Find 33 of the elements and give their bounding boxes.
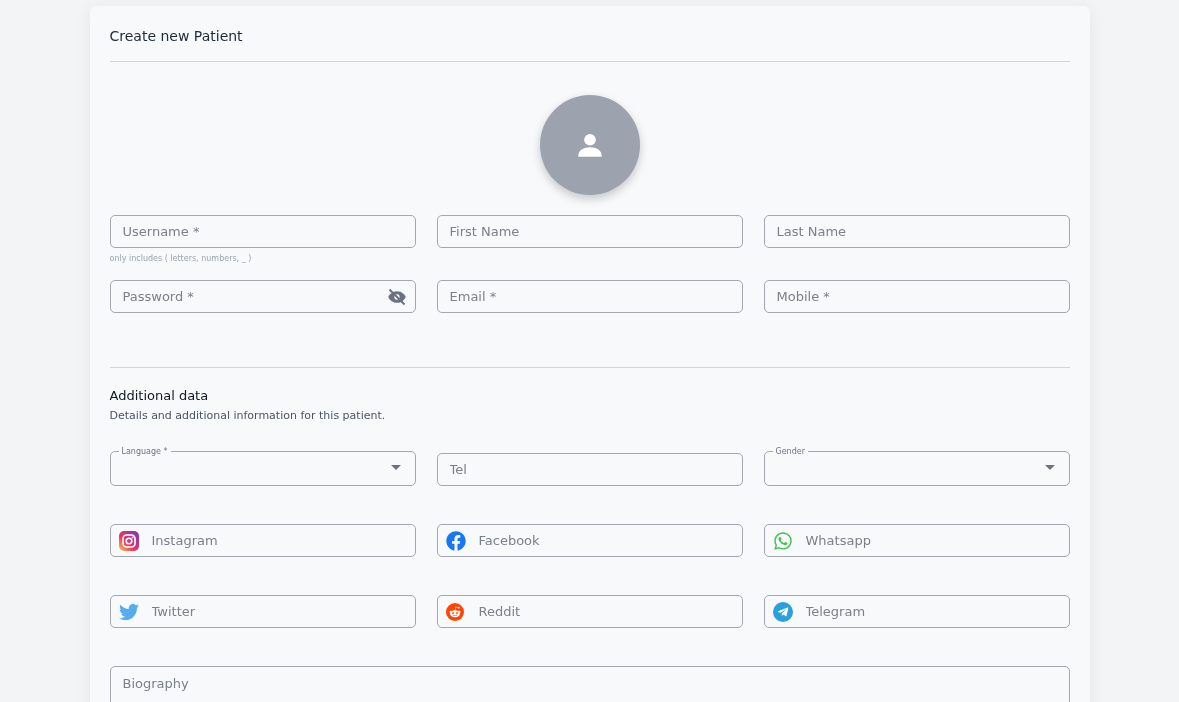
social-field[interactable]: Reddit	[436, 595, 743, 628]
chat-phone-icon	[772, 530, 793, 551]
page-title: Create new Patient	[109, 6, 1070, 62]
social-field[interactable]: Instagram	[109, 524, 416, 557]
letter-f-icon	[445, 530, 466, 551]
alien-icon	[445, 602, 464, 621]
section-title: Additional data	[109, 388, 210, 403]
social-field[interactable]: Twitter	[109, 595, 416, 628]
section-description: Details and additional information for this patient.	[109, 409, 387, 422]
text-field[interactable]: Mobile *	[763, 280, 1070, 313]
select-field[interactable]: Language *	[109, 447, 416, 486]
biography-field[interactable]: Biography	[109, 666, 1070, 702]
helper-text: only includes ( letters, numbers, _ )	[109, 254, 253, 264]
text-field[interactable]: Username *	[109, 215, 416, 248]
social-field[interactable]: Telegram	[763, 595, 1070, 628]
camera-icon	[118, 530, 139, 551]
paper-plane-icon	[772, 601, 793, 622]
eye-slash-icon[interactable]	[386, 286, 407, 307]
password-field[interactable]: Password *	[109, 280, 416, 313]
text-field[interactable]: Last Name	[763, 215, 1070, 248]
social-field[interactable]: Whatsapp	[763, 524, 1070, 557]
person-icon	[575, 131, 604, 159]
avatar-upload[interactable]	[539, 95, 640, 195]
caret-icon	[390, 465, 401, 470]
text-field[interactable]: Tel	[436, 453, 743, 486]
field-label: Language *	[120, 447, 169, 456]
select-field[interactable]: Gender	[763, 447, 1070, 486]
text-field[interactable]: First Name	[436, 215, 743, 248]
social-field[interactable]: Facebook	[436, 524, 743, 557]
text-field[interactable]: Email *	[436, 280, 743, 313]
bird-icon	[118, 601, 139, 622]
caret-icon	[1044, 465, 1055, 470]
field-label: Gender	[774, 447, 806, 456]
